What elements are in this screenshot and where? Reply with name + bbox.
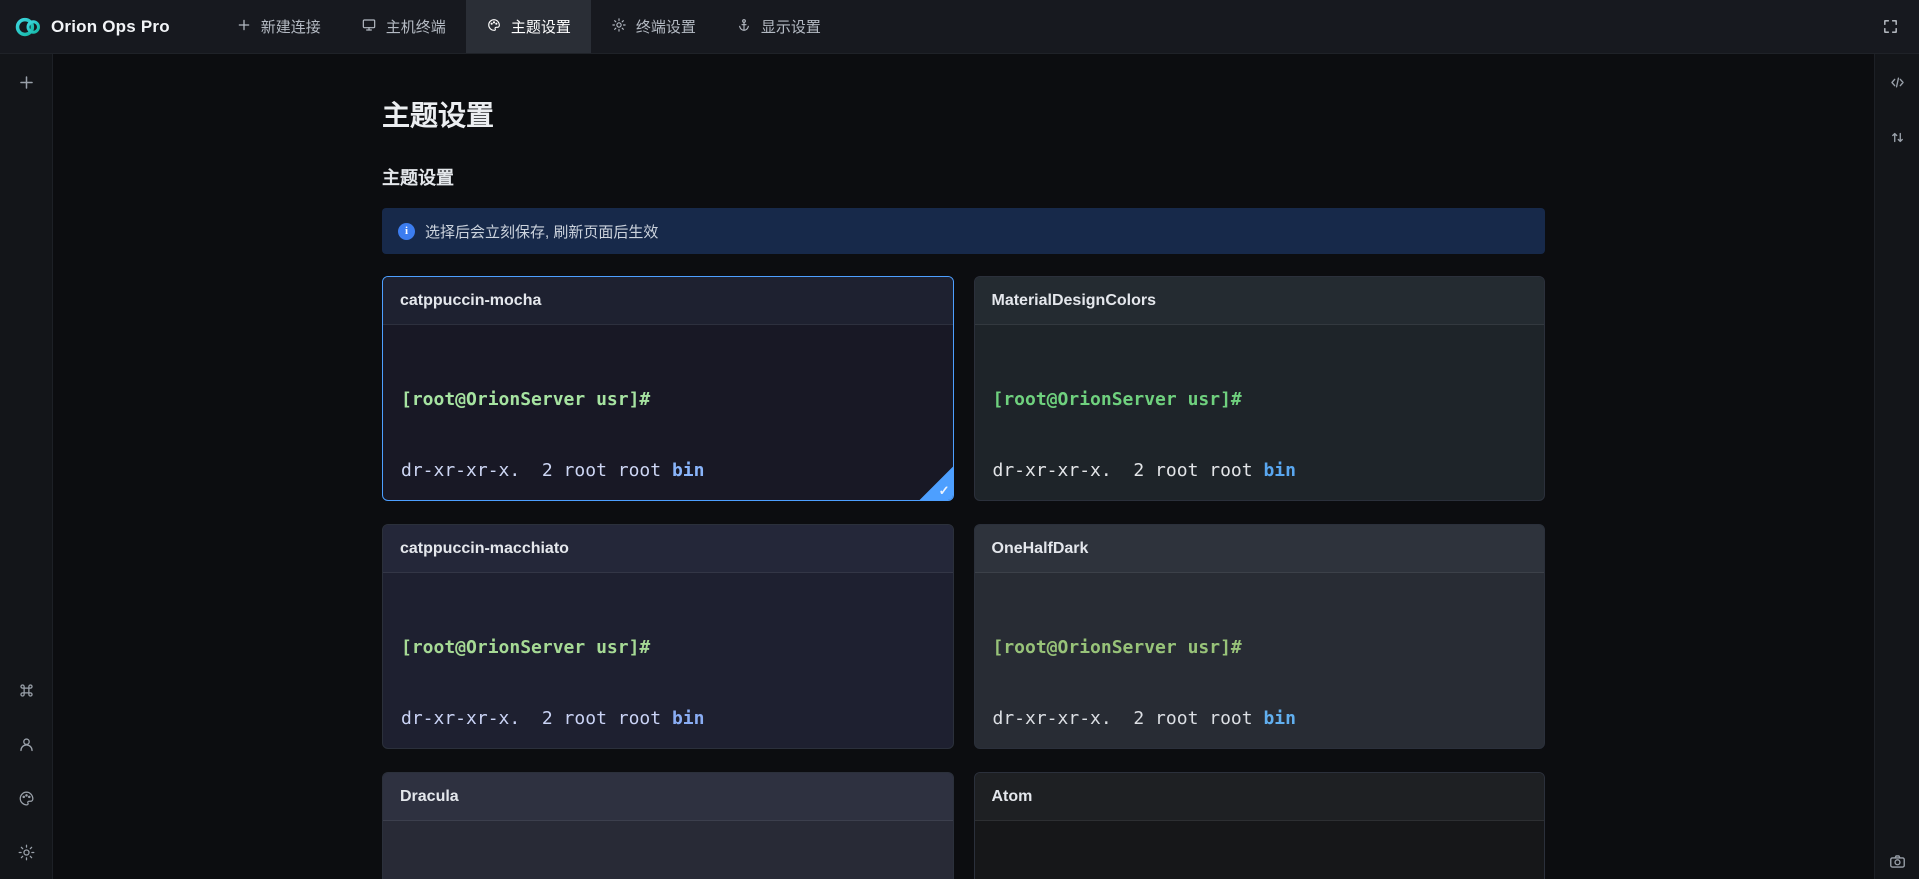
- navbar-menu: 新建连接 主机终端 主题设置 终端设置 显示设置: [216, 0, 841, 53]
- theme-name: Atom: [992, 788, 1033, 806]
- theme-name: Dracula: [400, 788, 459, 806]
- theme-card-header: catppuccin-macchiato: [383, 525, 953, 573]
- brand: Orion Ops Pro: [0, 13, 170, 41]
- alert-text: 选择后会立刻保存, 刷新页面后生效: [425, 221, 658, 242]
- user-button[interactable]: [10, 728, 42, 760]
- nav-item-label: 显示设置: [761, 16, 821, 37]
- theme-card-header: MaterialDesignColors: [975, 277, 1545, 325]
- theme-card[interactable]: Atom [root@OrionServer usr]# dr-xr-xr-x.…: [974, 772, 1546, 879]
- theme-card[interactable]: catppuccin-mocha [root@OrionServer usr]#…: [382, 276, 954, 501]
- nav-item-label: 主机终端: [386, 16, 446, 37]
- theme-card-header: catppuccin-mocha: [383, 277, 953, 325]
- screenshot-button[interactable]: [1881, 845, 1913, 877]
- terminal-preview: [root@OrionServer usr]# dr-xr-xr-x. 2 ro…: [383, 325, 953, 501]
- dir-name: bin: [672, 460, 705, 481]
- fullscreen-button[interactable]: [1878, 14, 1903, 39]
- left-sidebar: [0, 54, 53, 879]
- monitor-icon: [361, 17, 377, 37]
- nav-item-display-settings[interactable]: 显示设置: [716, 0, 841, 53]
- settings-page: 主题设置 主题设置 i 选择后会立刻保存, 刷新页面后生效 catppuccin…: [382, 94, 1545, 879]
- settings-button[interactable]: [10, 836, 42, 868]
- nav-item-label: 新建连接: [261, 16, 321, 37]
- shortcuts-button[interactable]: [10, 674, 42, 706]
- terminal-line: dr-xr-xr-x. 2 root root bin: [993, 459, 1527, 483]
- terminal-preview: [root@OrionServer usr]# dr-xr-xr-x. 2 ro…: [383, 821, 953, 879]
- nav-item-host-terminal[interactable]: 主机终端: [341, 0, 466, 53]
- terminal-prompt: [root@OrionServer usr]#: [993, 388, 1527, 412]
- user-icon: [17, 735, 36, 754]
- app-logo-icon: [14, 13, 42, 41]
- command-icon: [17, 681, 36, 700]
- theme-card[interactable]: catppuccin-macchiato [root@OrionServer u…: [382, 524, 954, 749]
- terminal-preview: [root@OrionServer usr]# dr-xr-xr-x. 2 ro…: [383, 573, 953, 749]
- dir-name: bin: [1263, 708, 1296, 729]
- right-sidebar-bottom-group: [1881, 845, 1913, 877]
- sort-button[interactable]: [1881, 121, 1913, 153]
- app-title: Orion Ops Pro: [51, 17, 170, 37]
- main-content: 主题设置 主题设置 i 选择后会立刻保存, 刷新页面后生效 catppuccin…: [53, 54, 1874, 879]
- theme-card[interactable]: OneHalfDark [root@OrionServer usr]# dr-x…: [974, 524, 1546, 749]
- terminal-prompt: [root@OrionServer usr]#: [993, 636, 1527, 660]
- theme-name: catppuccin-mocha: [400, 292, 541, 310]
- terminal-prompt: [root@OrionServer usr]#: [401, 636, 935, 660]
- info-icon: i: [398, 223, 415, 240]
- dir-name: bin: [672, 708, 705, 729]
- gear-icon: [17, 843, 36, 862]
- info-alert: i 选择后会立刻保存, 刷新页面后生效: [382, 208, 1545, 254]
- sort-icon: [1888, 128, 1907, 147]
- terminal-line: dr-xr-xr-x. 2 root root bin: [401, 707, 935, 731]
- nav-item-label: 终端设置: [636, 16, 696, 37]
- terminal-prompt: [root@OrionServer usr]#: [401, 388, 935, 412]
- theme-button[interactable]: [10, 782, 42, 814]
- code-snippets-button[interactable]: [1881, 66, 1913, 98]
- nav-item-new-connection[interactable]: 新建连接: [216, 0, 341, 53]
- camera-icon: [1888, 852, 1907, 871]
- selected-check-corner: ✓: [919, 466, 954, 501]
- new-tab-button[interactable]: [10, 66, 42, 98]
- terminal-preview: [root@OrionServer usr]# dr-xr-xr-x. 2 ro…: [975, 821, 1545, 879]
- right-sidebar-top-group: [1881, 66, 1913, 153]
- code-icon: [1888, 73, 1907, 92]
- nav-item-label: 主题设置: [511, 16, 571, 37]
- gear-icon: [611, 17, 627, 37]
- theme-grid: catppuccin-mocha [root@OrionServer usr]#…: [382, 276, 1545, 879]
- left-sidebar-bottom-group: [10, 674, 42, 868]
- theme-name: OneHalfDark: [992, 540, 1089, 558]
- theme-card[interactable]: Dracula [root@OrionServer usr]# dr-xr-xr…: [382, 772, 954, 879]
- theme-name: MaterialDesignColors: [992, 292, 1156, 310]
- right-sidebar: [1874, 54, 1919, 879]
- theme-card-header: Atom: [975, 773, 1545, 821]
- check-icon: ✓: [939, 483, 950, 499]
- fullscreen-icon: [1882, 18, 1899, 35]
- terminal-line: dr-xr-xr-x. 2 root root bin: [401, 459, 935, 483]
- terminal-line: dr-xr-xr-x. 2 root root bin: [993, 707, 1527, 731]
- plus-icon: [17, 73, 36, 92]
- theme-card-header: OneHalfDark: [975, 525, 1545, 573]
- section-title: 主题设置: [382, 164, 1545, 190]
- theme-name: catppuccin-macchiato: [400, 540, 569, 558]
- dir-name: bin: [1263, 460, 1296, 481]
- palette-icon: [17, 789, 36, 808]
- theme-card[interactable]: MaterialDesignColors [root@OrionServer u…: [974, 276, 1546, 501]
- page-title: 主题设置: [382, 94, 1545, 134]
- plus-icon: [236, 17, 252, 37]
- theme-card-header: Dracula: [383, 773, 953, 821]
- display-settings-icon: [736, 17, 752, 37]
- terminal-preview: [root@OrionServer usr]# dr-xr-xr-x. 2 ro…: [975, 325, 1545, 501]
- nav-item-theme-settings[interactable]: 主题设置: [466, 0, 591, 53]
- palette-icon: [486, 17, 502, 37]
- terminal-preview: [root@OrionServer usr]# dr-xr-xr-x. 2 ro…: [975, 573, 1545, 749]
- top-navbar: Orion Ops Pro 新建连接 主机终端 主题设置 终端设置: [0, 0, 1919, 54]
- nav-item-terminal-settings[interactable]: 终端设置: [591, 0, 716, 53]
